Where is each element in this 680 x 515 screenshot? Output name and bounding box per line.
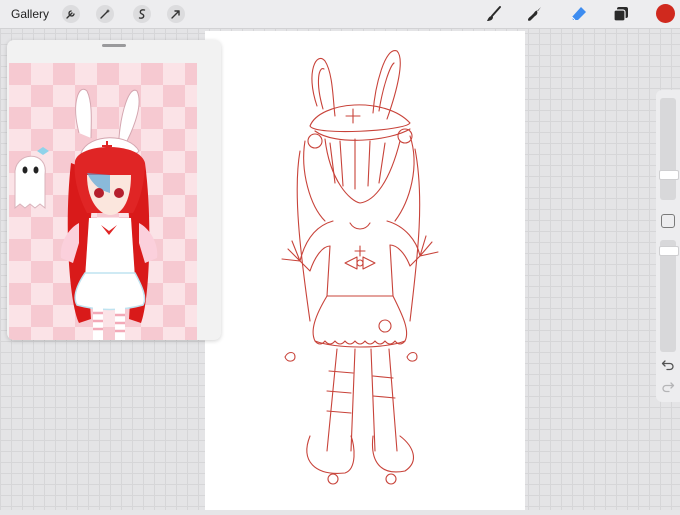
brush-size-slider[interactable] — [659, 98, 679, 200]
transform-arrow-icon[interactable] — [167, 5, 185, 23]
opacity-knob[interactable] — [659, 246, 679, 256]
selection-icon[interactable] — [133, 5, 151, 23]
sketch-drawing — [281, 50, 439, 485]
gallery-button[interactable]: Gallery — [11, 7, 49, 21]
modify-button[interactable] — [661, 214, 675, 228]
undo-icon[interactable] — [661, 358, 675, 372]
magic-wand-icon[interactable] — [96, 5, 114, 23]
opacity-slider[interactable] — [659, 240, 679, 352]
brush-size-knob[interactable] — [659, 170, 679, 180]
wrench-icon[interactable] — [62, 5, 80, 23]
color-picker-button[interactable] — [656, 4, 675, 23]
reference-drag-handle[interactable] — [102, 44, 126, 47]
reference-image — [9, 63, 197, 340]
top-toolbar: Gallery — [0, 0, 680, 29]
eraser-icon[interactable] — [570, 5, 588, 23]
drawing-canvas[interactable] — [205, 31, 525, 510]
reference-window[interactable] — [7, 40, 221, 340]
brush-icon[interactable] — [485, 5, 503, 23]
redo-icon[interactable] — [661, 380, 675, 394]
brush-sidebar — [656, 90, 680, 402]
smudge-icon[interactable] — [526, 5, 544, 23]
ghost-icon — [14, 147, 49, 210]
layers-icon[interactable] — [612, 5, 630, 23]
